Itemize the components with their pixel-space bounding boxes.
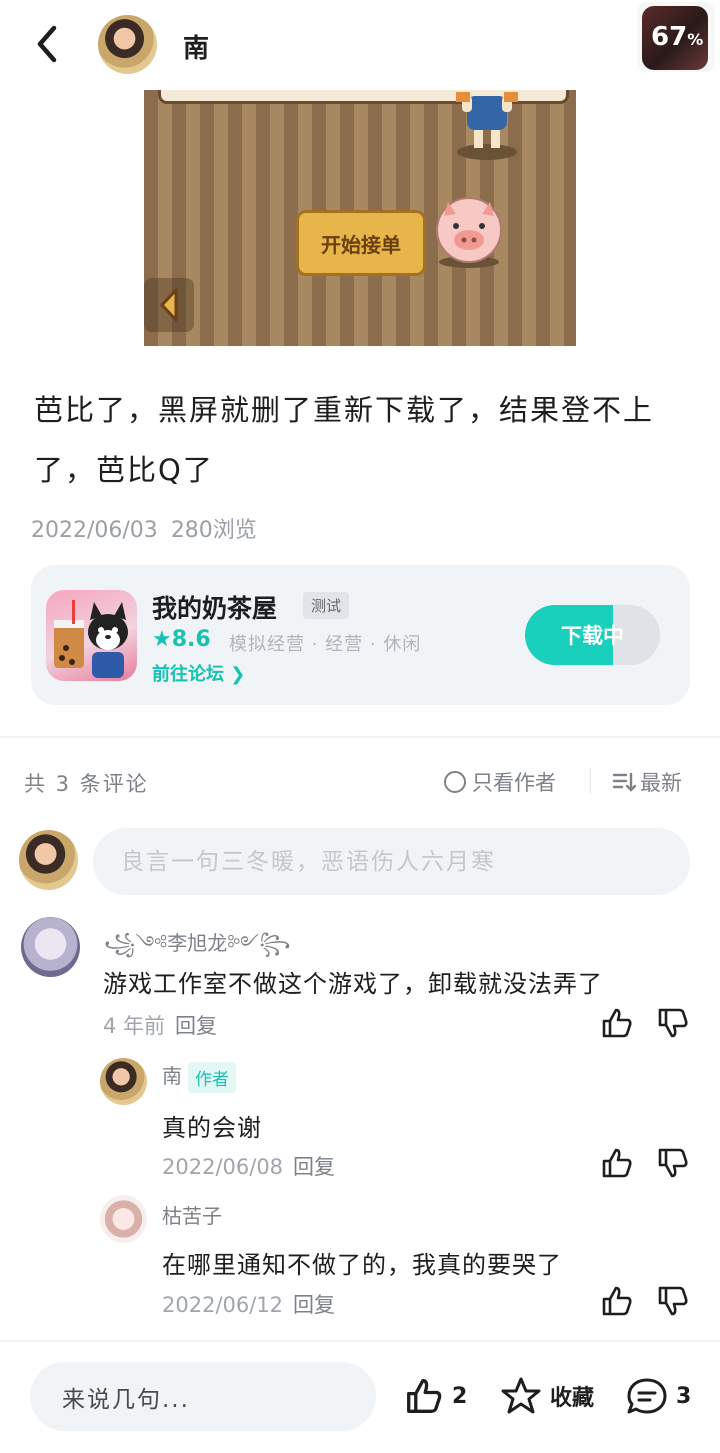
comment-count: 共 3 条评论 [24, 772, 149, 796]
reply-button[interactable]: 回复 [175, 1014, 217, 1038]
thumbs-up-icon[interactable] [600, 1284, 634, 1318]
download-label: 下载中 [561, 624, 624, 648]
post-date: 2022/06/03 [31, 518, 158, 543]
start-order-button: 开始接单 [296, 210, 426, 276]
reply-avatar[interactable] [100, 1058, 147, 1105]
author-badge: 作者 [188, 1062, 236, 1093]
comment-meta: 4 年前 回复 [103, 1010, 217, 1040]
favorite-button[interactable]: 收藏 [500, 1376, 594, 1416]
thumbs-up-icon[interactable] [600, 1146, 634, 1180]
chevron-right-icon: ❯ [230, 664, 246, 685]
header-separator [590, 768, 591, 794]
game-character-icon [456, 92, 518, 160]
commenter-avatar[interactable] [21, 917, 80, 977]
game-left-arrow [144, 278, 194, 332]
comment-time: 4 年前 [103, 1014, 166, 1038]
my-avatar [19, 830, 78, 890]
section-divider [0, 736, 720, 738]
pig-icon [436, 197, 502, 268]
reply-meta: 2022/06/12 回复 [162, 1289, 335, 1319]
author-avatar[interactable] [98, 15, 157, 74]
game-categories: 模拟经营 · 经营 · 休闲 [229, 634, 422, 655]
left-triangle-icon [160, 288, 178, 322]
reply-text: 真的会谢 [162, 1114, 262, 1142]
reply-avatar[interactable] [100, 1195, 147, 1243]
reply-author-name: 南 [162, 1064, 182, 1088]
reply-button[interactable]: 回复 [293, 1293, 335, 1317]
reply-author[interactable]: 南作者 [162, 1060, 236, 1093]
reply-time: 2022/06/12 [162, 1293, 284, 1317]
author-only-label: 只看作者 [472, 771, 556, 795]
author-name[interactable]: 南 [183, 28, 209, 65]
bottom-comment-input[interactable]: 来说几句... [30, 1362, 376, 1431]
like-count: 2 [452, 1383, 468, 1409]
reply-author-name[interactable]: 枯苦子 [162, 1200, 222, 1229]
game-card[interactable]: 我的奶茶屋 测试 ★8.6 模拟经营 · 经营 · 休闲 前往论坛 ❯ 下载中 [31, 565, 690, 705]
thumbs-up-icon [407, 1379, 442, 1413]
reply-button[interactable]: 回复 [293, 1155, 335, 1179]
thumbs-down-icon[interactable] [656, 1146, 690, 1180]
reply-time: 2022/06/08 [162, 1155, 284, 1179]
post-image[interactable]: 开始接单 [144, 90, 576, 346]
comment-bubble-icon [627, 1378, 667, 1414]
download-button[interactable]: 下载中 [525, 605, 660, 665]
post-content: 芭比了，黑屏就删了重新下载了，结果登不上了，芭比Q了 [34, 393, 655, 487]
badge-percent: 67% [651, 22, 704, 52]
game-rating: ★8.6 [152, 627, 211, 652]
game-progress-badge[interactable]: 67% [637, 2, 715, 72]
comments-button[interactable]: 3 [626, 1376, 691, 1416]
back-button[interactable] [28, 22, 68, 66]
forum-link[interactable]: 前往论坛 ❯ [152, 660, 245, 686]
comment-text: 游戏工作室不做这个游戏了，卸载就没法弄了 [103, 970, 603, 998]
like-button[interactable]: 2 [404, 1376, 467, 1416]
sort-button[interactable]: 最新 [612, 767, 682, 797]
sort-icon [612, 772, 636, 792]
radio-circle-icon [444, 771, 466, 793]
thumbs-down-icon[interactable] [656, 1284, 690, 1318]
post-views: 280浏览 [170, 518, 257, 543]
back-arrow-icon [37, 25, 57, 63]
post-meta: 2022/06/03 280浏览 [31, 512, 257, 544]
sort-label: 最新 [640, 771, 682, 795]
game-app-icon[interactable] [46, 590, 137, 681]
comment-count-bottom: 3 [676, 1383, 692, 1409]
star-outline-icon [501, 1377, 541, 1414]
game-name[interactable]: 我的奶茶屋 [152, 589, 277, 625]
favorite-label: 收藏 [550, 1386, 595, 1411]
reply-meta: 2022/06/08 回复 [162, 1151, 335, 1181]
milk-tea-dog-icon [54, 600, 128, 678]
test-tag: 测试 [303, 592, 350, 619]
thumbs-down-icon[interactable] [656, 1006, 690, 1040]
star-icon: ★ [152, 627, 172, 652]
author-only-toggle[interactable]: 只看作者 [444, 767, 556, 797]
reply-text: 在哪里通知不做了的，我真的要哭了 [162, 1251, 562, 1279]
comment-input[interactable] [93, 828, 690, 895]
thumbs-up-icon[interactable] [600, 1006, 634, 1040]
